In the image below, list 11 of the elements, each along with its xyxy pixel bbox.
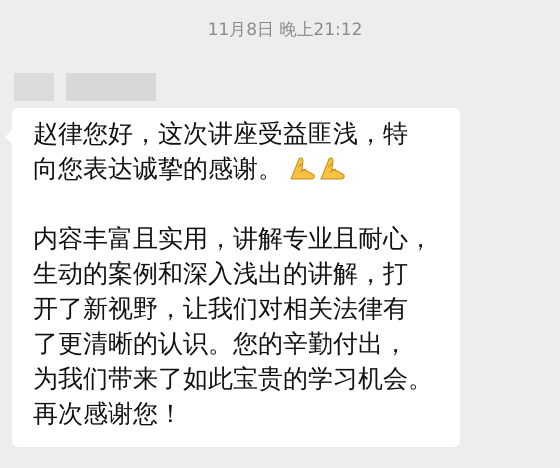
message-text: 内容丰富且实用，讲解专业且耐心，: [33, 222, 433, 254]
message-text: 向您表达诚挚的感谢。: [33, 152, 283, 184]
message-text: 生动的案例和深入浅出的讲解，打: [33, 258, 408, 290]
message-timestamp: 11月8日 晚上21:12: [208, 19, 362, 42]
message-text: 赵律您好，这次讲座受益匪浅，特: [33, 118, 408, 150]
message-text: 开了新视野，让我们对相关法律有: [33, 292, 408, 324]
message-text: 为我们带来了如此宝贵的学习机会。: [33, 362, 433, 394]
message-text: 了更清晰的认识。您的辛勤付出，: [33, 328, 408, 360]
message-text: 再次感谢您！: [33, 398, 183, 430]
praying-hands-icon: [319, 155, 347, 181]
praying-hands-icon: [289, 155, 317, 181]
